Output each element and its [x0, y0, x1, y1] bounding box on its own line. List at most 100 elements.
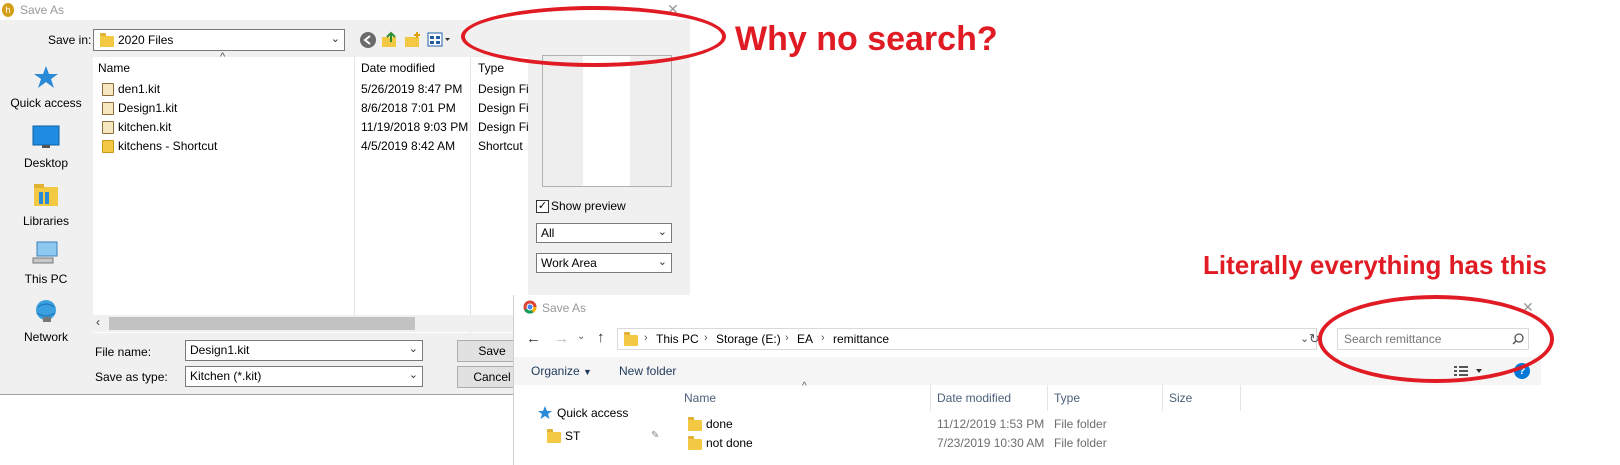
file-row[interactable]: den1.kit 5/26/2019 8:47 PM Design Fil: [93, 80, 532, 99]
save-in-dropdown[interactable]: 2020 Files ⌄: [93, 29, 345, 51]
breadcrumb-storage[interactable]: Storage (E:): [716, 332, 781, 346]
place-label: This PC: [24, 272, 68, 286]
column-separator[interactable]: [1162, 385, 1163, 411]
save-in-value: 2020 Files: [118, 33, 174, 47]
annotation-circle-bottom: [1318, 295, 1554, 383]
file-name-value: Design1.kit: [190, 343, 250, 357]
kit-file-icon: [102, 121, 114, 134]
file-list: Name ^ Date modified Type den1.kit 5/26/…: [93, 51, 532, 333]
folder-row[interactable]: done 11/12/2019 1:53 PM File folder: [666, 415, 1266, 435]
horizontal-scrollbar[interactable]: ‹: [93, 315, 529, 332]
file-name-label: File name:: [95, 345, 152, 359]
show-preview-label: Show preview: [551, 199, 626, 213]
file-list: ^ Name Date modified Type Size done 11/1…: [666, 381, 1541, 465]
place-label: Libraries: [22, 214, 70, 228]
column-header-type[interactable]: Type: [478, 61, 504, 75]
column-header-date[interactable]: Date modified: [937, 391, 1011, 405]
place-libraries[interactable]: Libraries: [0, 183, 92, 228]
file-name: kitchens - Shortcut: [118, 139, 218, 153]
folder-date: 11/12/2019 1:53 PM: [937, 417, 1045, 431]
file-name: Design1.kit: [118, 101, 178, 115]
address-bar[interactable]: › This PC › Storage (E:) › EA › remittan…: [617, 328, 1317, 350]
breadcrumb-ea[interactable]: EA: [797, 332, 813, 346]
file-date: 11/19/2018 9:03 PM: [361, 120, 469, 134]
back-arrow-icon[interactable]: ←: [526, 330, 541, 347]
column-header-date[interactable]: Date modified: [361, 61, 435, 75]
column-header-name[interactable]: Name: [98, 61, 130, 75]
folder-icon: [624, 332, 638, 346]
save-as-type-label: Save as type:: [95, 370, 168, 384]
back-icon[interactable]: [359, 31, 377, 49]
place-label: Network: [23, 330, 68, 344]
filter-dropdown-all[interactable]: All ⌄: [536, 223, 672, 243]
file-name: kitchen.kit: [118, 120, 172, 134]
place-network[interactable]: Network: [0, 299, 92, 344]
column-header-type[interactable]: Type: [1054, 391, 1080, 405]
folder-name: done: [706, 417, 733, 431]
organize-label: Organize: [531, 364, 580, 378]
chevron-down-icon: ⌄: [657, 256, 667, 268]
file-type: Design Fil: [478, 82, 532, 96]
place-this-pc[interactable]: This PC: [0, 241, 92, 286]
breadcrumb-remittance[interactable]: remittance: [833, 332, 889, 346]
show-preview-checkbox[interactable]: ✓: [536, 200, 549, 213]
folder-type: File folder: [1054, 436, 1107, 450]
app-icon: h: [2, 3, 14, 17]
sort-arrow-icon: ^: [220, 51, 226, 63]
column-header-size[interactable]: Size: [1169, 391, 1192, 405]
chevron-down-icon: ⌄: [330, 33, 340, 45]
folder-name: not done: [706, 436, 753, 450]
forward-arrow-icon[interactable]: →: [554, 330, 569, 347]
chevron-down-icon[interactable]: ⌄: [409, 342, 418, 355]
recent-locations-icon[interactable]: ⌄: [577, 331, 585, 342]
quick-access-star-icon: [34, 66, 58, 88]
column-separator[interactable]: [1240, 385, 1241, 411]
filter-value: All: [541, 226, 555, 240]
new-folder-icon[interactable]: [404, 31, 422, 49]
file-row[interactable]: kitchens - Shortcut 4/5/2019 8:42 AM Sho…: [93, 137, 529, 156]
nav-item-quick-access[interactable]: Quick access: [557, 406, 628, 420]
file-row[interactable]: Design1.kit 8/6/2018 7:01 PM Design Fil: [93, 99, 531, 118]
new-folder-button[interactable]: New folder: [619, 364, 676, 378]
sort-arrow-icon: ^: [802, 381, 807, 392]
folder-icon: [688, 417, 702, 431]
place-quick-access[interactable]: Quick access: [0, 65, 92, 110]
view-menu-icon[interactable]: [427, 32, 451, 48]
file-row[interactable]: kitchen.kit 11/19/2018 9:03 PM Design Fi…: [93, 118, 531, 137]
up-arrow-icon[interactable]: ↑: [597, 329, 605, 346]
organize-button[interactable]: Organize ▼: [531, 364, 592, 378]
breadcrumb-separator: ›: [785, 332, 789, 344]
column-separator[interactable]: [930, 385, 931, 411]
place-label: Desktop: [23, 156, 69, 170]
preview-image: [542, 55, 672, 187]
column-separator[interactable]: [1047, 385, 1048, 411]
pin-icon: ✎: [651, 430, 660, 441]
scroll-left-icon[interactable]: ‹: [96, 315, 100, 329]
filter-dropdown-area[interactable]: Work Area ⌄: [536, 253, 672, 273]
annotation-literally-everything: Literally everything has this: [1203, 250, 1547, 280]
column-header-name[interactable]: Name: [684, 391, 716, 405]
network-icon: [36, 300, 56, 322]
folder-icon: [547, 429, 561, 443]
file-name-field[interactable]: Design1.kit ⌄: [185, 340, 423, 361]
kit-file-icon: [102, 102, 114, 115]
file-name: den1.kit: [118, 82, 161, 96]
nav-item-st[interactable]: ST: [565, 429, 580, 443]
breadcrumb-separator: ›: [821, 332, 825, 344]
scrollbar-thumb[interactable]: [109, 317, 415, 330]
folder-row[interactable]: not done 7/23/2019 10:30 AM File folder: [666, 434, 1266, 454]
navigation-pane: Quick access ST ✎: [514, 385, 666, 465]
folder-icon: [688, 436, 702, 450]
chevron-down-icon[interactable]: ⌄: [1300, 332, 1309, 345]
save-type-value: Kitchen (*.kit): [190, 369, 262, 383]
breadcrumb-separator: ›: [644, 332, 648, 344]
save-as-type-dropdown[interactable]: Kitchen (*.kit) ⌄: [185, 366, 423, 387]
file-date: 5/26/2019 8:47 PM: [361, 82, 463, 96]
places-bar: Quick access Desktop Libraries This PC N…: [0, 57, 92, 387]
dialog-title: Save As: [20, 3, 65, 17]
breadcrumb-this-pc[interactable]: This PC: [656, 332, 699, 346]
up-folder-icon[interactable]: [381, 31, 399, 49]
quick-access-star-icon: [538, 406, 552, 419]
kit-file-icon: [102, 83, 114, 96]
place-desktop[interactable]: Desktop: [0, 125, 92, 170]
